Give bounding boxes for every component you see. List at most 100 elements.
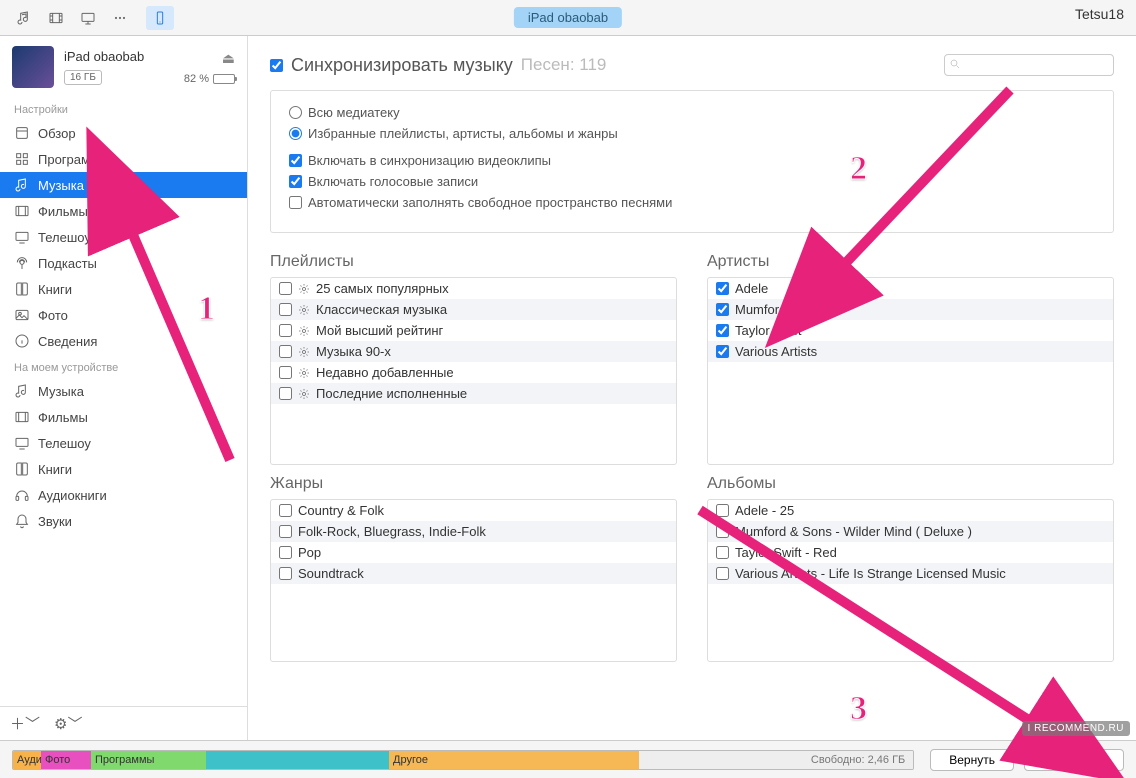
sidebar-item-books[interactable]: Книги [0,276,247,302]
list-item[interactable]: Folk-Rock, Bluegrass, Indie-Folk [271,521,676,542]
smart-playlist-icon [298,325,310,337]
sidebar: iPad obaobab 16 ГБ ⏏ 82 % Настройки Обзо… [0,36,248,740]
watermark: I RECOMMEND.RU [1022,721,1130,736]
ondevice-audiobooks[interactable]: Аудиокниги [0,482,247,508]
artists-title: Артисты [707,253,1114,271]
list-item[interactable]: Country & Folk [271,500,676,521]
albums-listbox[interactable]: Adele - 25 Mumford & Sons - Wilder Mind … [707,499,1114,662]
sidebar-label: Звуки [38,514,72,529]
more-icon[interactable] [106,6,134,30]
sidebar-label: Телешоу [38,436,91,451]
list-item[interactable]: Мой высший рейтинг [271,320,676,341]
genres-listbox[interactable]: Country & Folk Folk-Rock, Bluegrass, Ind… [270,499,677,662]
sidebar-item-movies[interactable]: Фильмы [0,198,247,224]
sidebar-item-apps[interactable]: Программы [0,146,247,172]
radio-selected-items[interactable]: Избранные плейлисты, артисты, альбомы и … [289,126,1095,141]
list-item[interactable]: 25 самых популярных [271,278,676,299]
list-item[interactable]: Mumford & Sons - Wilder Mind ( Deluxe ) [708,521,1113,542]
storage-seg-apps: Программы [91,751,206,769]
battery-percent: 82 % [184,73,209,85]
music-library-icon[interactable] [10,6,38,30]
sidebar-footer: ＋﹀ ⚙﹀ [0,706,247,740]
artists-listbox[interactable]: Adele Mumford & Sons Taylor Swift Variou… [707,277,1114,465]
sidebar-item-tvshows[interactable]: Телешоу [0,224,247,250]
sync-music-checkbox[interactable] [270,59,283,72]
sidebar-item-podcasts[interactable]: Подкасты [0,250,247,276]
song-count: Песен: 119 [521,55,607,75]
search-input[interactable] [944,54,1114,76]
check-include-videos[interactable]: Включать в синхронизацию видеоклипы [289,153,1095,168]
sidebar-label: Книги [38,462,72,477]
sidebar-label: Фильмы [38,410,88,425]
device-badge[interactable]: iPad obaobab [514,7,622,28]
sidebar-section-settings: Настройки [0,96,247,120]
add-icon[interactable]: ＋﹀ [10,713,40,734]
ondevice-music[interactable]: Музыка [0,378,247,404]
sidebar-label: Фильмы [38,204,88,219]
bottom-bar: Аудио Фото Программы Другое Свободно: 2,… [0,740,1136,778]
radio-entire-library[interactable]: Всю медиатеку [289,105,1095,120]
ondevice-movies[interactable]: Фильмы [0,404,247,430]
sidebar-label: Музыка [38,384,84,399]
list-item[interactable]: Taylor Swift [708,320,1113,341]
search-icon [949,58,961,70]
smart-playlist-icon [298,304,310,316]
list-item[interactable]: Taylor Swift - Red [708,542,1113,563]
list-item[interactable]: Классическая музыка [271,299,676,320]
playlists-listbox[interactable]: 25 самых популярных Классическая музыка … [270,277,677,465]
check-autofill[interactable]: Автоматически заполнять свободное простр… [289,195,1095,210]
sidebar-label: Обзор [38,126,76,141]
eject-icon[interactable]: ⏏ [184,50,235,67]
smart-playlist-icon [298,346,310,358]
smart-playlist-icon [298,367,310,379]
list-item[interactable]: Музыка 90-х [271,341,676,362]
ondevice-books[interactable]: Книги [0,456,247,482]
storage-seg-free: Свободно: 2,46 ГБ [639,751,913,769]
sidebar-item-music[interactable]: Музыка [0,172,247,198]
list-item[interactable]: Various Artists [708,341,1113,362]
list-item[interactable]: Pop [271,542,676,563]
ondevice-tvshows[interactable]: Телешоу [0,430,247,456]
smart-playlist-icon [298,388,310,400]
storage-seg-photo: Фото [41,751,91,769]
ondevice-tones[interactable]: Звуки [0,508,247,534]
sidebar-label: Сведения [38,334,97,349]
sidebar-label: Книги [38,282,72,297]
list-item[interactable]: Soundtrack [271,563,676,584]
list-item[interactable]: Adele [708,278,1113,299]
sidebar-section-ondevice: На моем устройстве [0,354,247,378]
device-thumbnail [12,46,54,88]
sidebar-label: Аудиокниги [38,488,107,503]
sync-options-box: Всю медиатеку Избранные плейлисты, артис… [270,90,1114,233]
revert-button[interactable]: Вернуть [930,749,1014,771]
device-capacity: 16 ГБ [64,70,102,85]
movies-library-icon[interactable] [42,6,70,30]
storage-bar: Аудио Фото Программы Другое Свободно: 2,… [12,750,914,770]
device-icon[interactable] [146,6,174,30]
device-header: iPad obaobab 16 ГБ ⏏ 82 % [0,36,247,96]
smart-playlist-icon [298,283,310,295]
apply-button[interactable]: Применить [1024,749,1124,771]
battery-icon [213,74,235,84]
sidebar-item-overview[interactable]: Обзор [0,120,247,146]
list-item[interactable]: Недавно добавленные [271,362,676,383]
storage-seg-audio: Аудио [13,751,41,769]
gear-icon[interactable]: ⚙﹀ [54,713,82,734]
storage-seg-docs [206,751,389,769]
check-include-voice[interactable]: Включать голосовые записи [289,174,1095,189]
sidebar-label: Подкасты [38,256,97,271]
device-name: iPad obaobab [64,49,184,64]
list-item[interactable]: Various Artists - Life Is Strange Licens… [708,563,1113,584]
list-item[interactable]: Mumford & Sons [708,299,1113,320]
sidebar-label: Программы [38,152,108,167]
top-toolbar: iPad obaobab Tetsu18 [0,0,1136,36]
list-item[interactable]: Последние исполненные [271,383,676,404]
sidebar-item-info[interactable]: Сведения [0,328,247,354]
tv-library-icon[interactable] [74,6,102,30]
sidebar-label: Фото [38,308,68,323]
storage-seg-other: Другое [389,751,639,769]
sidebar-item-photos[interactable]: Фото [0,302,247,328]
sidebar-label: Телешоу [38,230,91,245]
sync-title: Синхронизировать музыку [291,55,513,76]
list-item[interactable]: Adele - 25 [708,500,1113,521]
